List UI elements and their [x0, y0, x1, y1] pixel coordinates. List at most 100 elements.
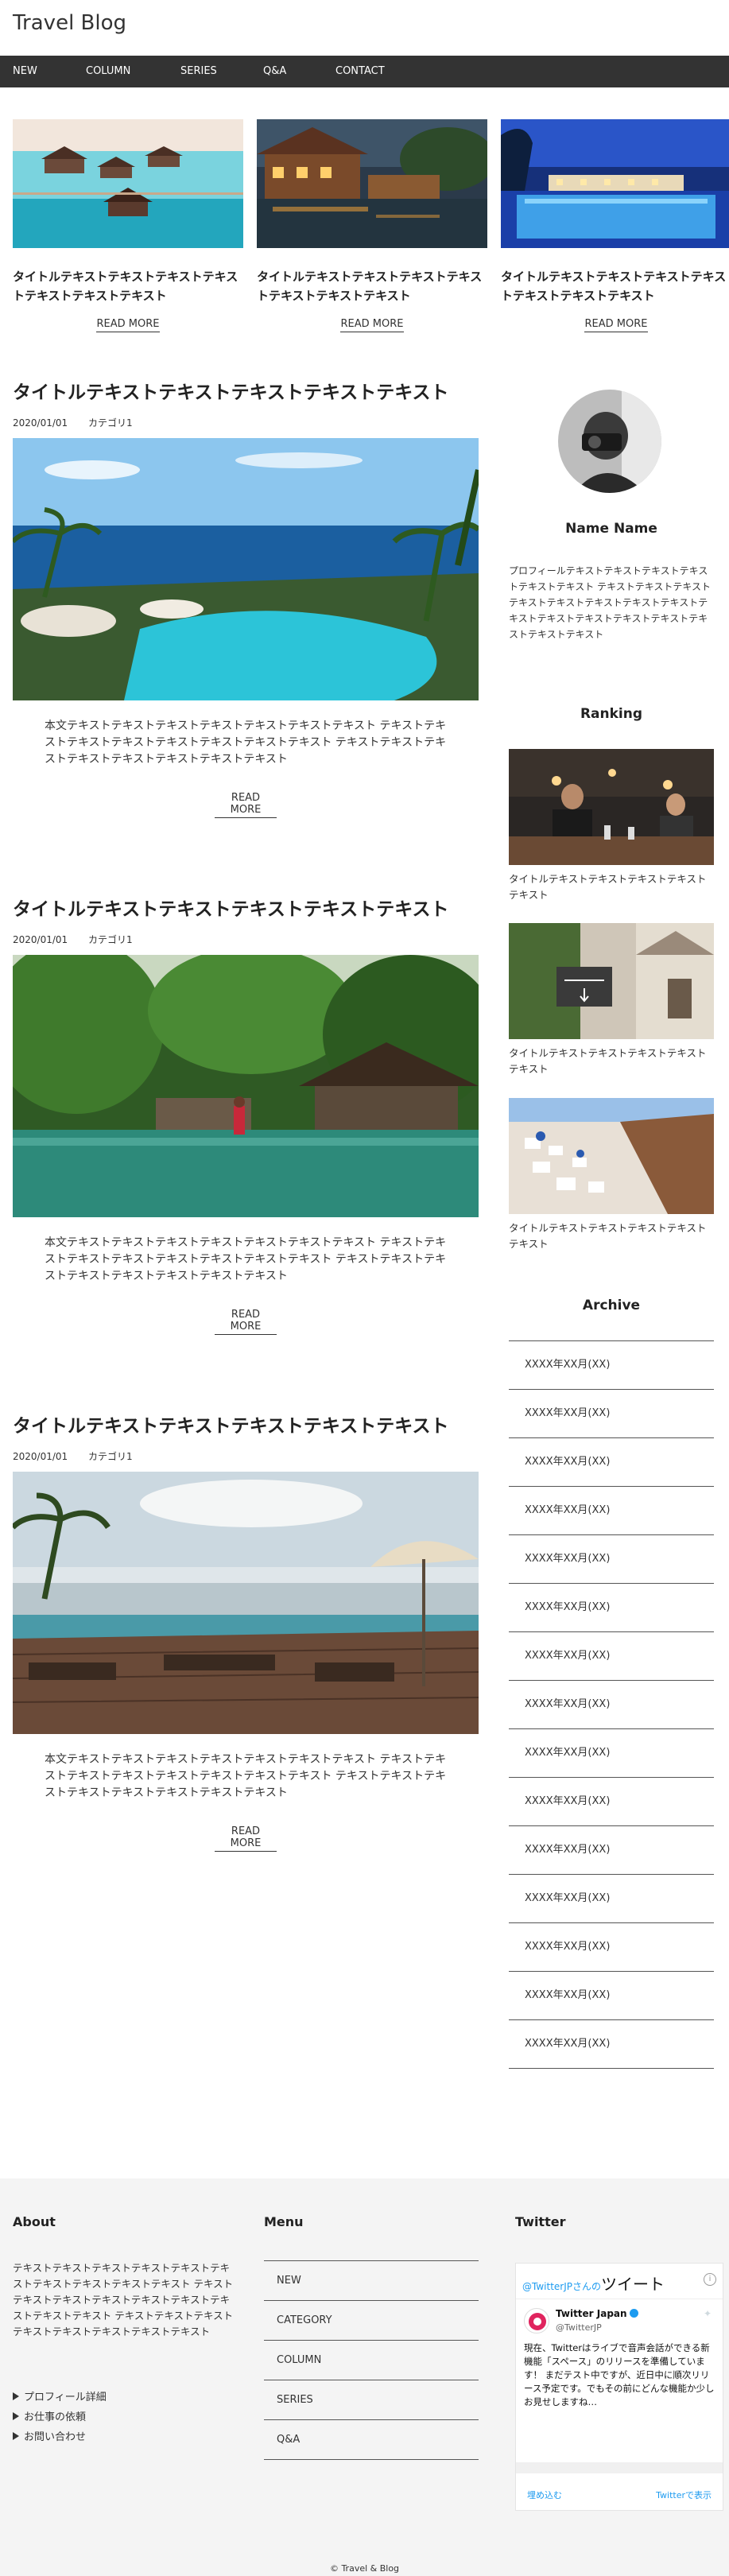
read-more-link[interactable]: READ MORE	[215, 1825, 277, 1852]
footer-menu-new[interactable]: NEW	[264, 2261, 479, 2301]
contact-link[interactable]: お問い合わせ	[13, 2427, 107, 2447]
archive-link[interactable]: XXXX年XX月(XX)	[509, 1923, 714, 1972]
pickup-image-water-villas[interactable]	[13, 119, 243, 248]
pickup-image-resort-pool[interactable]	[501, 119, 729, 248]
nav-new[interactable]: NEW	[13, 56, 37, 87]
archive-link[interactable]: XXXX年XX月(XX)	[509, 1729, 714, 1778]
read-more-link[interactable]: READ MORE	[584, 318, 648, 332]
blog-post: タイトルテキストテキストテキストテキストテキスト 2020/01/01 カテゴリ…	[10, 379, 482, 818]
copyright: © Travel & Blog	[329, 2563, 400, 2574]
twitter-user-handle[interactable]: @TwitterJP	[556, 2322, 602, 2333]
site-title[interactable]: Travel Blog	[13, 11, 126, 35]
post-meta: 2020/01/01 カテゴリ1	[13, 933, 479, 949]
archive-link[interactable]: XXXX年XX月(XX)	[509, 1438, 714, 1487]
read-more-link[interactable]: READ MORE	[215, 1309, 277, 1335]
timeline-header[interactable]: @TwitterJPさんのツイート	[522, 2271, 665, 2295]
archive-link[interactable]: XXXX年XX月(XX)	[509, 1972, 714, 2020]
profile-avatar	[558, 390, 661, 493]
read-more-link[interactable]: READ MORE	[340, 318, 404, 332]
archive-heading: Archive	[582, 1298, 641, 1313]
twitter-user-avatar[interactable]	[524, 2308, 549, 2334]
menu-heading: Menu	[264, 2214, 304, 2229]
work-request-link[interactable]: お仕事の依頼	[13, 2407, 107, 2427]
post-title[interactable]: タイトルテキストテキストテキストテキストテキスト	[13, 1413, 479, 1440]
ranking-item[interactable]: タイトルテキストテキストテキストテキストテキスト	[509, 1098, 714, 1252]
timeline-header-main: ツイート	[601, 2275, 665, 2294]
footer-menu: NEW CATEGORY COLUMN SERIES Q&A	[264, 2260, 479, 2460]
pickup-title[interactable]: タイトルテキストテキストテキストテキストテキストテキストテキスト	[257, 267, 487, 305]
view-on-twitter-link[interactable]: Twitterで表示	[656, 2489, 712, 2501]
archive-link[interactable]: XXXX年XX月(XX)	[509, 1875, 714, 1923]
archive-link[interactable]: XXXX年XX月(XX)	[509, 1681, 714, 1729]
about-text: テキストテキストテキストテキストテキストテキストテキストテキストテキストテキスト…	[13, 2262, 234, 2337]
post-image-infinity-pool[interactable]	[10, 438, 482, 700]
post-category[interactable]: カテゴリ1	[88, 1449, 133, 1463]
timeline-header-prefix: @TwitterJPさんの	[522, 2281, 601, 2292]
twitter-bird-icon[interactable]: ✦	[704, 2308, 716, 2319]
ranking-heading: Ranking	[580, 706, 643, 722]
tweet-media-placeholder	[516, 2462, 723, 2473]
archive-link[interactable]: XXXX年XX月(XX)	[509, 1535, 714, 1584]
ranking-item[interactable]: タイトルテキストテキストテキストテキストテキスト	[509, 923, 714, 1077]
footer-menu-qa[interactable]: Q&A	[264, 2420, 479, 2460]
post-excerpt: 本文テキストテキストテキストテキストテキストテキストテキスト テキストテキストテ…	[45, 1236, 447, 1282]
about-heading: About	[13, 2214, 56, 2229]
post-image-sunset-deck[interactable]	[10, 1472, 479, 1734]
post-title[interactable]: タイトルテキストテキストテキストテキストテキスト	[13, 379, 479, 406]
archive-link[interactable]: XXXX年XX月(XX)	[509, 1826, 714, 1875]
ranking-title[interactable]: タイトルテキストテキストテキストテキストテキスト	[509, 1046, 714, 1077]
pickup-card[interactable]: タイトルテキストテキストテキストテキストテキストテキストテキスト READ MO…	[501, 119, 729, 332]
nav-contact[interactable]: CONTACT	[335, 56, 385, 87]
ranking-image-coastal-town[interactable]	[509, 1098, 714, 1214]
pickup-image-night-village[interactable]	[257, 119, 495, 248]
archive-link[interactable]: XXXX年XX月(XX)	[509, 1341, 714, 1390]
archive-link[interactable]: XXXX年XX月(XX)	[509, 1390, 714, 1438]
post-date: 2020/01/01	[13, 934, 68, 945]
twitter-heading: Twitter	[515, 2214, 566, 2229]
twitter-timeline-widget[interactable]: @TwitterJPさんのツイート i Twitter Japan @Twitt…	[515, 2263, 723, 2511]
ranking-title[interactable]: タイトルテキストテキストテキストテキストテキスト	[509, 871, 714, 903]
pickup-title[interactable]: タイトルテキストテキストテキストテキストテキストテキストテキスト	[501, 267, 729, 305]
blog-post: タイトルテキストテキストテキストテキストテキスト 2020/01/01 カテゴリ…	[0, 896, 498, 1335]
pickup-card[interactable]: タイトルテキストテキストテキストテキストテキストテキストテキスト READ MO…	[13, 119, 243, 332]
read-more-link[interactable]: READ MORE	[215, 792, 277, 818]
post-image-jungle-pool[interactable]	[0, 939, 498, 1217]
twitter-user-name[interactable]: Twitter Japan	[556, 2308, 638, 2319]
post-date: 2020/01/01	[13, 1451, 68, 1462]
pickup-card[interactable]: タイトルテキストテキストテキストテキストテキストテキストテキスト READ MO…	[257, 119, 495, 332]
avatar-photo	[558, 390, 661, 493]
info-icon[interactable]: i	[704, 2273, 716, 2286]
nav-column[interactable]: COLUMN	[86, 56, 130, 87]
post-category[interactable]: カテゴリ1	[88, 416, 133, 429]
profile-detail-link[interactable]: プロフィール詳細	[13, 2388, 107, 2407]
footer-menu-category[interactable]: CATEGORY	[264, 2301, 479, 2341]
about-links: プロフィール詳細 お仕事の依頼 お問い合わせ	[13, 2388, 107, 2447]
post-excerpt: 本文テキストテキストテキストテキストテキストテキストテキスト テキストテキストテ…	[45, 1753, 447, 1799]
archive-link[interactable]: XXXX年XX月(XX)	[509, 1584, 714, 1632]
archive-link[interactable]: XXXX年XX月(XX)	[509, 1632, 714, 1681]
profile-text: プロフィールテキストテキストテキストテキストテキストテキスト テキストテキストテ…	[509, 565, 712, 640]
post-meta: 2020/01/01 カテゴリ1	[13, 416, 479, 432]
archive-link[interactable]: XXXX年XX月(XX)	[509, 1778, 714, 1826]
ranking-item[interactable]: タイトルテキストテキストテキストテキストテキスト	[509, 749, 714, 903]
post-category[interactable]: カテゴリ1	[88, 933, 133, 946]
archive-link[interactable]: XXXX年XX月(XX)	[509, 1487, 714, 1535]
nav-qa[interactable]: Q&A	[263, 56, 286, 87]
footer-menu-column[interactable]: COLUMN	[264, 2341, 479, 2380]
post-title[interactable]: タイトルテキストテキストテキストテキストテキスト	[13, 896, 479, 923]
ranking-image-restaurant[interactable]	[509, 749, 714, 865]
tweet-text: 現在、Twitterはライブで音声会話ができる新機能「スペース」のリリースを準備…	[524, 2342, 715, 2407]
read-more-link[interactable]: READ MORE	[96, 318, 160, 332]
post-date: 2020/01/01	[13, 417, 68, 429]
nav-series[interactable]: SERIES	[180, 56, 217, 87]
ranking-title[interactable]: タイトルテキストテキストテキストテキストテキスト	[509, 1220, 714, 1252]
profile-name: Name Name	[565, 521, 657, 537]
archive-link[interactable]: XXXX年XX月(XX)	[509, 2020, 714, 2069]
footer-menu-series[interactable]: SERIES	[264, 2380, 479, 2420]
pickup-title[interactable]: タイトルテキストテキストテキストテキストテキストテキストテキスト	[13, 267, 243, 305]
user-name-text: Twitter Japan	[556, 2308, 627, 2319]
blog-post: タイトルテキストテキストテキストテキストテキスト 2020/01/01 カテゴリ…	[10, 1413, 479, 1852]
ranking-image-hotel-sign[interactable]	[509, 923, 714, 1039]
main-nav: NEW COLUMN SERIES Q&A CONTACT	[0, 56, 729, 87]
embed-link[interactable]: 埋め込む	[527, 2489, 562, 2501]
